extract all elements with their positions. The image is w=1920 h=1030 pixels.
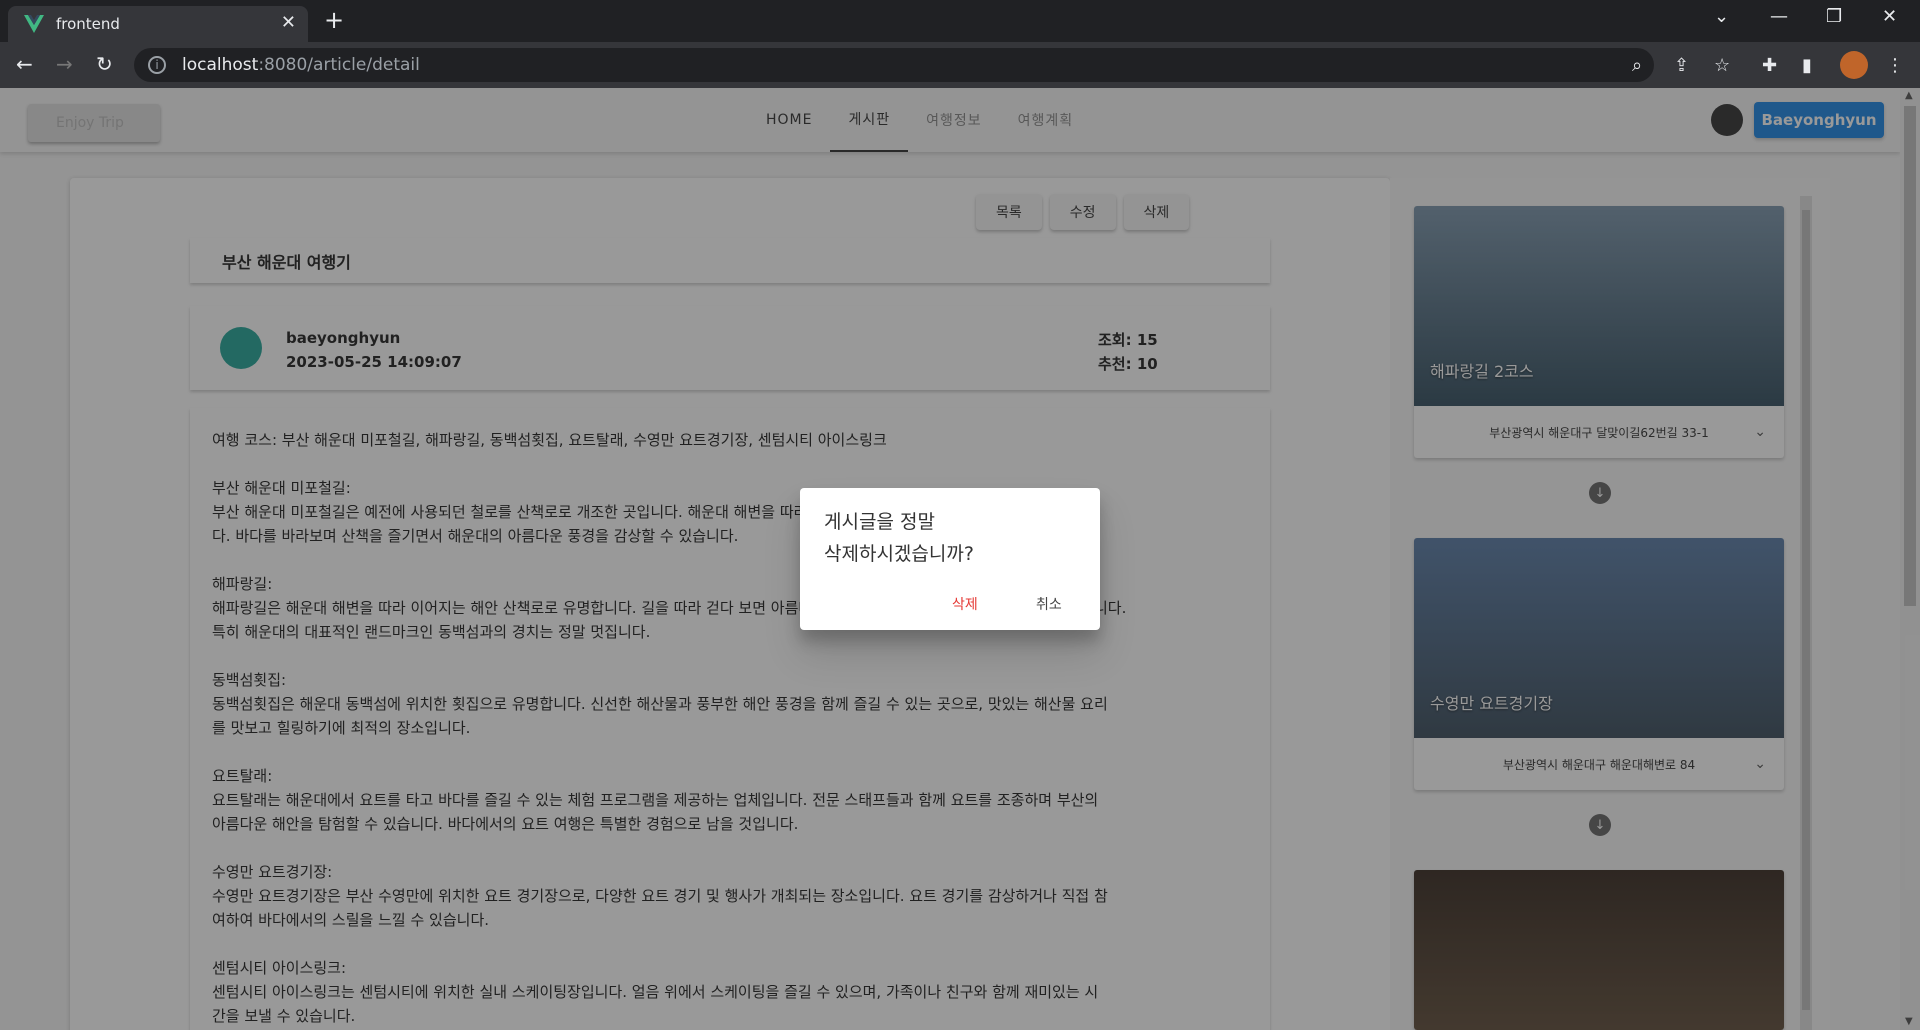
vue-logo-icon [24, 15, 44, 33]
address-input[interactable]: i localhost :8080/article/detail [134, 48, 1654, 82]
menu-kebab-icon[interactable]: ⋮ [1886, 55, 1904, 76]
window-close-icon[interactable]: ✕ [1882, 6, 1897, 27]
profile-avatar[interactable] [1840, 51, 1868, 79]
url-host: localhost [182, 55, 259, 75]
tab-close-icon[interactable]: ✕ [281, 12, 296, 33]
browser-tab-bar: frontend ✕ + ⌄ — ❐ ✕ [0, 0, 1920, 42]
restore-icon[interactable]: ❐ [1826, 6, 1842, 27]
back-icon[interactable]: ← [16, 52, 33, 76]
new-tab-button[interactable]: + [324, 6, 344, 34]
confirm-delete-button[interactable]: 삭제 [952, 594, 978, 614]
delete-confirm-dialog: 게시글을 정말 삭제하시겠습니까? 삭제 취소 [800, 488, 1100, 630]
reload-icon[interactable]: ↻ [96, 52, 113, 76]
tab-title: frontend [56, 15, 120, 33]
site-info-icon[interactable]: i [148, 56, 166, 74]
cancel-button[interactable]: 취소 [1036, 594, 1062, 614]
dialog-message: 게시글을 정말 삭제하시겠습니까? [824, 511, 974, 565]
bookmark-star-icon[interactable]: ☆ [1714, 55, 1730, 76]
address-bar-row: ← → ↻ i localhost :8080/article/detail ⌕… [0, 42, 1920, 88]
forward-icon[interactable]: → [56, 52, 73, 76]
tab-search-icon[interactable]: ⌄ [1714, 6, 1729, 27]
extensions-icon[interactable]: ✚ [1762, 55, 1777, 76]
share-icon[interactable]: ⇪ [1674, 55, 1689, 76]
side-panel-icon[interactable]: ▮ [1802, 55, 1812, 76]
zoom-icon[interactable]: ⌕ [1632, 55, 1642, 76]
url-path: :8080/article/detail [258, 55, 420, 75]
browser-tab[interactable]: frontend ✕ [8, 6, 308, 42]
minimize-icon[interactable]: — [1770, 6, 1788, 27]
